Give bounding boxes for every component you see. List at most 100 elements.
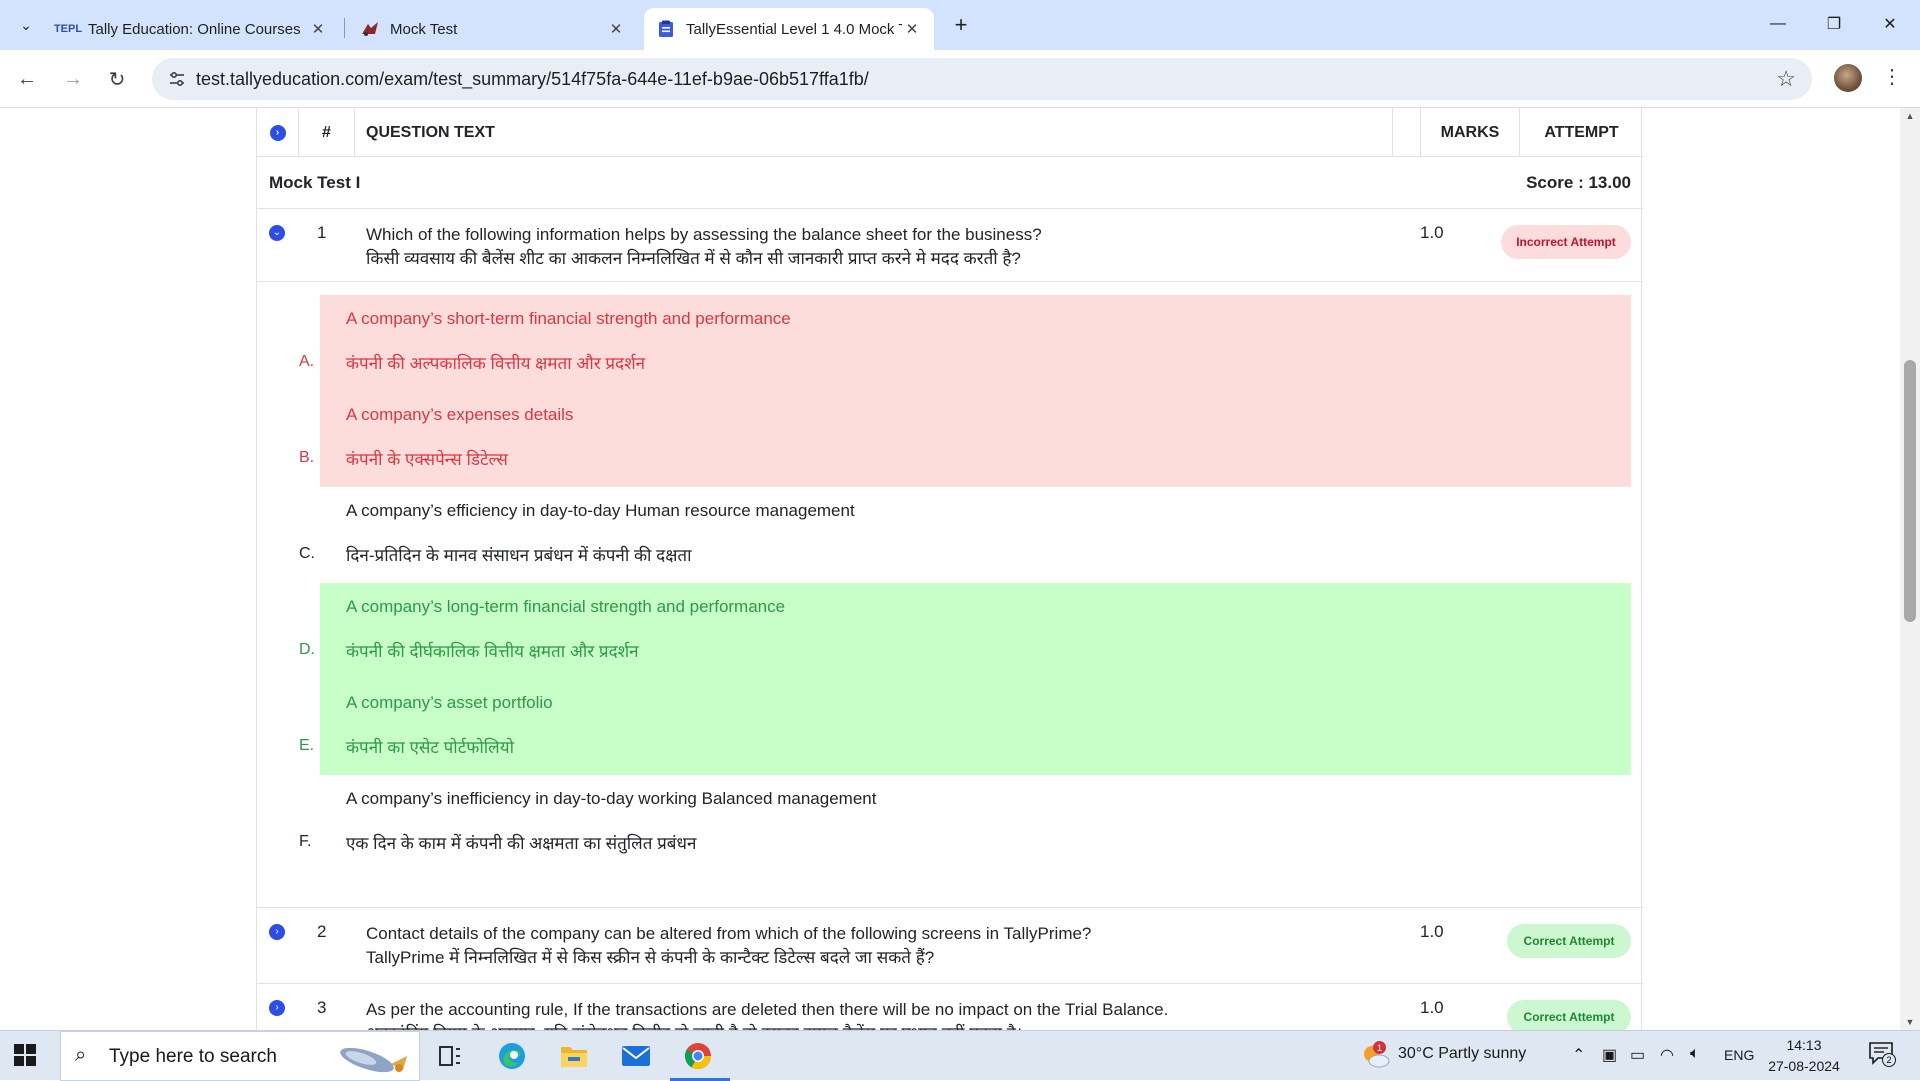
- page-scrollbar[interactable]: ▲ ▼: [1900, 108, 1920, 1030]
- task-view-icon[interactable]: [432, 1039, 468, 1073]
- notification-count: 2: [1882, 1053, 1896, 1067]
- question-row-1[interactable]: ⌄ 1 Which of the following information h…: [257, 209, 1643, 282]
- tab-title: Mock Test: [390, 20, 458, 38]
- option-text-hi: कंपनी की अल्पकालिक वित्तीय क्षमता और प्र…: [346, 354, 646, 373]
- volume-icon[interactable]: 🔈︎: [1690, 1045, 1700, 1063]
- windows-start-icon[interactable]: [14, 1044, 36, 1066]
- option-d: A company’s long-term financial strength…: [257, 583, 1643, 679]
- forward-arrow-icon[interactable]: →: [58, 64, 88, 94]
- omnibox[interactable]: test.tallyeducation.com/exam/test_summar…: [152, 58, 1812, 100]
- total-score: Score : 13.00: [1526, 173, 1631, 192]
- option-a: A company’s short-term financial strengt…: [257, 295, 1643, 391]
- header-spacer: [1393, 108, 1421, 157]
- option-letter: F.: [299, 833, 312, 850]
- header-number: #: [299, 108, 355, 157]
- option-text-hi: कंपनी की दीर्घकालिक वित्तीय क्षमता और प्…: [346, 642, 639, 661]
- notification-center-icon[interactable]: 2: [1868, 1041, 1898, 1071]
- new-tab-icon[interactable]: +: [948, 12, 974, 38]
- status-badge: Correct Attempt: [1507, 1000, 1631, 1030]
- chevron-right-icon[interactable]: ›: [269, 124, 286, 141]
- clipboard-icon: [656, 20, 676, 38]
- tab-tally-education[interactable]: TEPL Tally Education: Online Courses ✕: [46, 8, 340, 50]
- show-hidden-icons-icon[interactable]: ⌃: [1572, 1045, 1585, 1065]
- option-text-en: A company’s expenses details: [346, 405, 574, 424]
- header-attempt: ATTEMPT: [1544, 123, 1619, 141]
- option-letter: E.: [299, 737, 315, 754]
- question-text: As per the accounting rule, If the trans…: [366, 998, 1168, 1030]
- option-b: A company’s expenses details B. कंपनी के…: [257, 391, 1643, 487]
- chevron-right-icon[interactable]: ›: [269, 1000, 285, 1016]
- mail-icon[interactable]: [618, 1039, 654, 1073]
- tab-search-dropdown-icon[interactable]: ⌄: [12, 12, 40, 38]
- question-row-3[interactable]: › 3 As per the accounting rule, If the t…: [257, 984, 1643, 1030]
- tab-separator: [344, 18, 345, 38]
- option-letter: C.: [299, 545, 315, 562]
- question-number: 2: [317, 922, 327, 941]
- page-viewport: › # QUESTION TEXT MARKS ATTEMPT Mock Tes…: [0, 108, 1900, 1030]
- tab-tallyessential-mock[interactable]: TallyEssential Level 1 4.0 Mock T ✕: [644, 8, 934, 50]
- wifi-icon[interactable]: ◠: [1660, 1045, 1674, 1065]
- chevron-down-icon[interactable]: ⌄: [269, 225, 285, 241]
- mock-test-favicon-icon: [360, 20, 380, 38]
- close-tab-icon[interactable]: ✕: [308, 20, 328, 38]
- close-window-icon[interactable]: ✕: [1862, 8, 1918, 40]
- option-text-en: A company’s inefficiency in day-to-day w…: [346, 789, 877, 808]
- taskbar-search-box[interactable]: ⌕ Type here to search: [60, 1031, 420, 1081]
- header-toggle-cell[interactable]: ›: [257, 108, 299, 157]
- option-letter: B.: [299, 449, 315, 466]
- site-settings-icon[interactable]: [166, 68, 188, 90]
- file-explorer-icon[interactable]: [556, 1039, 592, 1073]
- minimize-icon[interactable]: —: [1750, 8, 1806, 40]
- language-indicator[interactable]: ENG: [1724, 1047, 1754, 1063]
- clock-date: 27-08-2024: [1768, 1058, 1840, 1074]
- windows-taskbar: ⌕ Type here to search 1 30°C Partly sunn…: [0, 1030, 1920, 1081]
- kebab-menu-icon[interactable]: ⋮: [1880, 64, 1904, 94]
- search-placeholder: Type here to search: [109, 1046, 277, 1067]
- question-number: 3: [317, 998, 327, 1017]
- url-text[interactable]: test.tallyeducation.com/exam/test_summar…: [196, 69, 869, 90]
- scroll-up-arrow-icon[interactable]: ▲: [1900, 108, 1920, 124]
- option-letter: A.: [299, 353, 315, 370]
- option-c: A company’s efficiency in day-to-day Hum…: [257, 487, 1643, 583]
- status-badge: Incorrect Attempt: [1501, 225, 1631, 259]
- option-text-en: A company’s asset portfolio: [346, 693, 553, 712]
- chevron-right-icon[interactable]: ›: [269, 924, 285, 940]
- question-text-hi: किसी व्यवसाय की बैलेंस शीट का आकलन निम्न…: [366, 249, 1021, 268]
- back-arrow-icon[interactable]: ←: [12, 64, 42, 94]
- question-text: Which of the following information helps…: [366, 223, 1042, 271]
- header-marks: MARKS: [1421, 108, 1520, 157]
- edge-browser-icon[interactable]: [494, 1039, 530, 1073]
- status-badge: Correct Attempt: [1507, 924, 1631, 958]
- option-e: A company’s asset portfolio E. कंपनी का …: [257, 679, 1643, 775]
- weather-alert-badge: 1: [1373, 1041, 1386, 1054]
- question-marks: 1.0: [1420, 998, 1444, 1017]
- restore-icon[interactable]: ❐: [1806, 8, 1862, 40]
- question-row-2[interactable]: › 2 Contact details of the company can b…: [257, 908, 1643, 984]
- profile-avatar[interactable]: [1834, 64, 1862, 92]
- meet-now-icon[interactable]: ▣: [1602, 1045, 1617, 1065]
- battery-icon[interactable]: ▭: [1630, 1045, 1645, 1065]
- scrollbar-thumb[interactable]: [1904, 360, 1916, 622]
- option-text-en: A company’s long-term financial strength…: [346, 597, 786, 616]
- weather-text[interactable]: 30°C Partly sunny: [1398, 1045, 1526, 1063]
- header-question-text: QUESTION TEXT: [355, 108, 1393, 157]
- answer-options: A company’s short-term financial strengt…: [257, 282, 1643, 908]
- chrome-icon[interactable]: [680, 1039, 716, 1073]
- question-text-en: Contact details of the company can be al…: [366, 924, 1092, 943]
- option-text-hi: कंपनी के एक्सपेन्स डिटेल्स: [346, 450, 508, 469]
- question-marks: 1.0: [1420, 922, 1444, 941]
- table-header: › # QUESTION TEXT MARKS ATTEMPT: [257, 108, 1643, 157]
- close-tab-icon[interactable]: ✕: [606, 20, 626, 38]
- option-text-hi: एक दिन के काम में कंपनी की अक्षमता का सं…: [346, 834, 697, 853]
- test-summary-table: › # QUESTION TEXT MARKS ATTEMPT Mock Tes…: [256, 108, 1643, 1030]
- bookmark-star-icon[interactable]: ☆: [1776, 66, 1796, 92]
- option-letter: D.: [299, 641, 315, 658]
- question-text-hi: अकाउंटिंग नियम के अनुसार, यदि ट्रांसेक्श…: [366, 1022, 1168, 1030]
- scroll-down-arrow-icon[interactable]: ▼: [1900, 1014, 1920, 1030]
- tab-mock-test[interactable]: Mock Test ✕: [348, 8, 638, 50]
- section-score-row: Mock Test I Score : 13.00: [257, 157, 1643, 209]
- toolbar: ← → ↻ test.tallyeducation.com/exam/test_…: [0, 50, 1920, 108]
- reload-icon[interactable]: ↻: [102, 64, 132, 94]
- clock[interactable]: 14:13 27-08-2024: [1768, 1035, 1840, 1077]
- close-tab-icon[interactable]: ✕: [902, 20, 922, 38]
